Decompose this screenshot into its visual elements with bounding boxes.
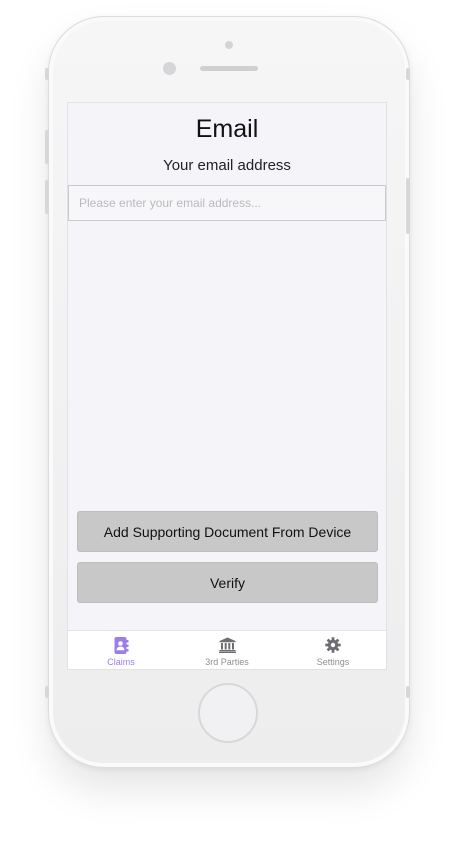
phone-right-button [406,178,410,234]
phone-right-button-top [406,68,410,80]
app-screen: Email Your email address Add Supporting … [67,102,387,670]
add-supporting-document-button[interactable]: Add Supporting Document From Device [77,511,378,552]
home-button[interactable] [198,683,258,743]
tab-settings-label: Settings [316,657,350,667]
tab-claims[interactable]: Claims [68,631,174,669]
bank-icon [218,636,236,654]
tab-settings[interactable]: Settings [280,631,386,669]
phone-left-button-2 [45,180,49,214]
phone-right-button-bottom [406,686,410,698]
stage: Email Your email address Add Supporting … [0,0,455,850]
tab-claims-label: Claims [107,657,135,667]
phone-left-button-top [45,68,49,80]
front-camera [163,62,176,75]
phone-left-button-bottom [45,686,49,698]
phone-left-button-1 [45,130,49,164]
front-sensor [225,41,233,49]
tab-bar: Claims 3rd Parties Settings [68,630,386,669]
verify-button[interactable]: Verify [77,562,378,603]
email-field[interactable] [68,185,386,221]
address-book-icon [112,636,130,654]
earpiece-speaker [200,66,258,71]
page-title: Email [195,115,259,143]
email-label: Your email address [163,157,291,174]
tab-3rd-parties[interactable]: 3rd Parties [174,631,280,669]
gear-icon [324,636,342,654]
tab-3rd-parties-label: 3rd Parties [205,657,249,667]
